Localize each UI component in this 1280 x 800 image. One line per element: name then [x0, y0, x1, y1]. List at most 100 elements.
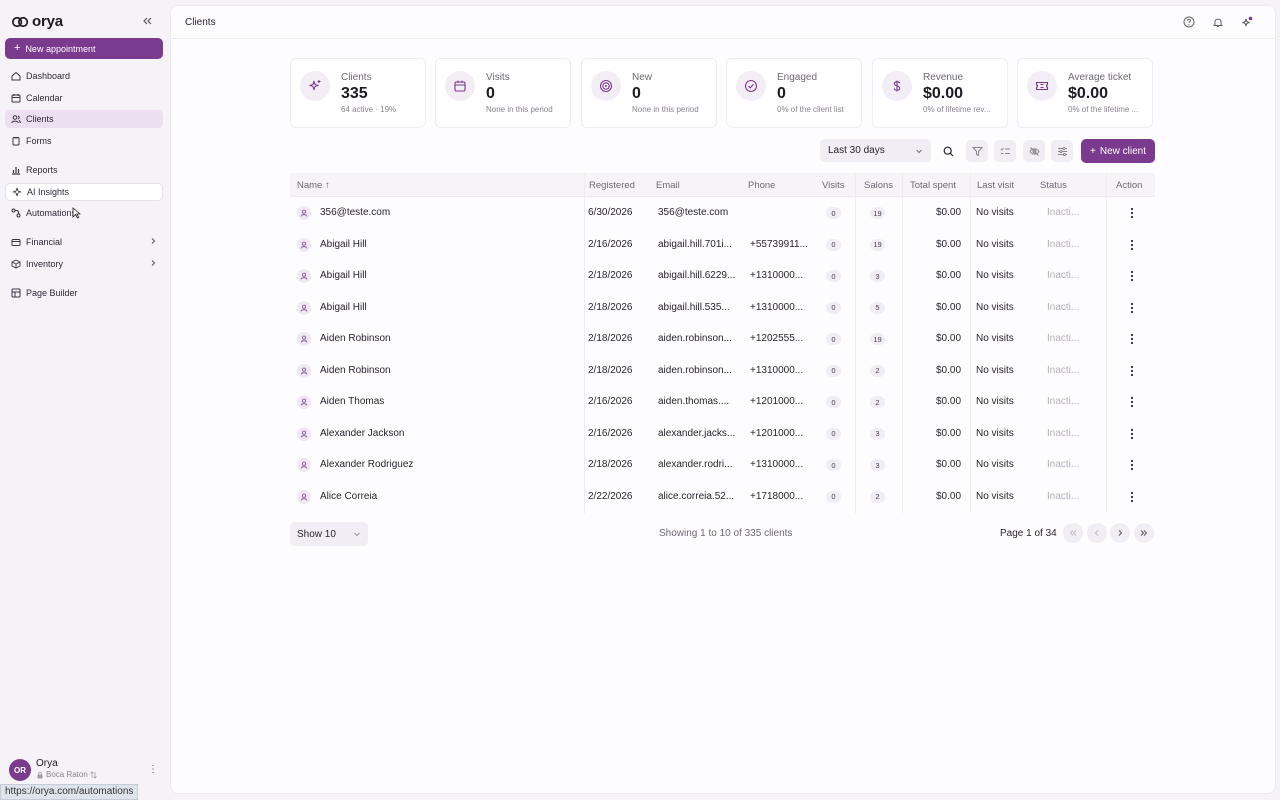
- sidebar-item-page-builder[interactable]: Page Builder: [5, 284, 163, 302]
- client-name[interactable]: Aiden Thomas: [320, 396, 384, 407]
- clients-table: Name ↑ Registered Email Phone Visits Sal…: [290, 173, 1155, 513]
- table-row[interactable]: Alice Correia 2/22/2026 alice.correia.52..…: [290, 481, 1155, 513]
- client-name[interactable]: Abigail Hill: [320, 239, 367, 250]
- more-vertical-icon[interactable]: [1129, 458, 1135, 472]
- user-icon: [297, 332, 311, 346]
- client-name[interactable]: Alexander Jackson: [320, 428, 405, 439]
- sidebar-item-clients[interactable]: Clients: [5, 110, 163, 128]
- sidebar-item-inventory[interactable]: Inventory: [5, 255, 163, 273]
- more-vertical-icon[interactable]: [1129, 238, 1135, 252]
- search-button[interactable]: [937, 140, 959, 162]
- ai-sparkle-icon[interactable]: [1241, 16, 1253, 28]
- column-header-email[interactable]: Email: [656, 180, 680, 191]
- sidebar-item-calendar[interactable]: Calendar: [5, 89, 163, 107]
- chevron-right-icon: [151, 238, 156, 244]
- user-location-text: Boca Raton: [46, 770, 88, 779]
- column-header-phone[interactable]: Phone: [748, 180, 775, 191]
- column-header-salons[interactable]: Salons: [864, 180, 893, 191]
- client-name[interactable]: Aiden Robinson: [320, 365, 391, 376]
- page-title: Clients: [185, 17, 216, 28]
- status-badge: Inacti...: [1047, 270, 1080, 281]
- more-vertical-icon[interactable]: [1129, 395, 1135, 409]
- client-name[interactable]: Abigail Hill: [320, 302, 367, 313]
- table-row[interactable]: Aiden Thomas 2/16/2026 aiden.thomas.... +12…: [290, 386, 1155, 418]
- sidebar-item-forms[interactable]: Forms: [5, 132, 163, 150]
- table-row[interactable]: Abigail Hill 2/16/2026 abigail.hill.701i..…: [290, 229, 1155, 261]
- more-vertical-icon[interactable]: [1129, 301, 1135, 315]
- settings-sliders-button[interactable]: [1051, 140, 1073, 162]
- user-icon: [297, 395, 311, 409]
- column-header-total-spent[interactable]: Total spent: [910, 180, 956, 191]
- last-page-button[interactable]: [1134, 523, 1154, 543]
- client-name[interactable]: 356@teste.com: [320, 207, 390, 218]
- client-name[interactable]: Aiden Robinson: [320, 333, 391, 344]
- client-name[interactable]: Alexander Rodriguez: [320, 459, 413, 470]
- next-page-button[interactable]: [1110, 523, 1130, 543]
- sidebar-item-dashboard[interactable]: Dashboard: [5, 67, 163, 85]
- status-badge: Inacti...: [1047, 301, 1080, 313]
- client-phone: +1201000...: [750, 396, 804, 407]
- status-url: https://orya.com/automations: [0, 784, 139, 800]
- more-vertical-icon[interactable]: [1129, 427, 1135, 441]
- sidebar-item-label: Dashboard: [26, 71, 71, 81]
- stat-card-engaged: Engaged 0 0% of the client list: [726, 58, 862, 128]
- column-header-name[interactable]: Name ↑: [297, 180, 330, 191]
- table-row[interactable]: Alexander Jackson 2/16/2026 alexander.jack…: [290, 418, 1155, 450]
- sidebar-item-label: Reports: [26, 165, 58, 175]
- sparkles-icon: [300, 71, 330, 101]
- salons-count: 3: [870, 459, 885, 471]
- table-row[interactable]: Aiden Robinson 2/18/2026 aiden.robinson...…: [290, 323, 1155, 355]
- more-vertical-icon[interactable]: [1129, 490, 1135, 504]
- hide-columns-button[interactable]: [1023, 140, 1045, 162]
- column-header-status[interactable]: Status: [1040, 180, 1067, 191]
- new-appointment-button[interactable]: + New appointment: [5, 38, 163, 59]
- table-row[interactable]: Abigail Hill 2/18/2026 abigail.hill.535...…: [290, 292, 1155, 324]
- column-divider: [970, 173, 971, 513]
- table-row[interactable]: Abigail Hill 2/18/2026 abigail.hill.6229..…: [290, 260, 1155, 292]
- more-vertical-icon[interactable]: ⋮: [148, 764, 158, 775]
- sidebar-item-label: Page Builder: [26, 288, 78, 298]
- sidebar-item-ai-insights[interactable]: AI Insights: [5, 183, 163, 201]
- client-email: alice.correia.52...: [658, 490, 735, 502]
- bulk-select-button[interactable]: [994, 140, 1016, 162]
- layout-icon: [11, 288, 21, 298]
- more-vertical-icon[interactable]: [1129, 332, 1135, 346]
- column-header-last-visit[interactable]: Last visit: [977, 180, 1014, 191]
- help-icon[interactable]: [1183, 16, 1195, 28]
- sidebar-item-financial[interactable]: Financial: [5, 233, 163, 251]
- user-profile[interactable]: OR Orya Boca Raton ⋮: [9, 757, 159, 781]
- table-row[interactable]: Alexander Rodriguez 2/18/2026 alexander.ro…: [290, 449, 1155, 481]
- more-vertical-icon[interactable]: [1129, 364, 1135, 378]
- sidebar-item-reports[interactable]: Reports: [5, 161, 163, 179]
- eye-off-icon: [1028, 146, 1040, 156]
- first-page-button[interactable]: [1063, 523, 1083, 543]
- page-size-select[interactable]: Show 10: [290, 522, 368, 546]
- table-row[interactable]: 356@teste.com 6/30/2026 356@teste.com 0 19 $0…: [290, 197, 1155, 229]
- total-spent: $0.00: [936, 270, 962, 281]
- column-header-registered[interactable]: Registered: [589, 180, 635, 191]
- new-client-button[interactable]: + New client: [1081, 139, 1155, 163]
- client-name[interactable]: Abigail Hill: [320, 270, 367, 281]
- last-visit: No visits: [976, 364, 1014, 376]
- more-vertical-icon[interactable]: [1129, 206, 1135, 220]
- bell-icon[interactable]: [1212, 16, 1224, 28]
- sidebar-item-automations[interactable]: Automations: [5, 204, 163, 222]
- visits-count: 0: [826, 459, 841, 471]
- visits-count: 0: [826, 490, 841, 503]
- table-row[interactable]: Aiden Robinson 2/18/2026 aiden.robinson...…: [290, 355, 1155, 387]
- client-phone: +1310000...: [750, 459, 804, 470]
- status-badge: Inacti...: [1047, 490, 1080, 502]
- stat-label: Clients: [341, 72, 372, 83]
- collapse-sidebar-icon[interactable]: [141, 15, 153, 27]
- more-vertical-icon[interactable]: [1129, 269, 1135, 283]
- brand-logo[interactable]: orya: [12, 13, 63, 30]
- client-name[interactable]: Alice Correia: [320, 491, 377, 502]
- filter-button[interactable]: [966, 140, 988, 162]
- stat-label: Engaged: [777, 72, 818, 83]
- column-header-visits[interactable]: Visits: [822, 180, 845, 191]
- chevrons-left-icon: [1069, 530, 1077, 536]
- client-email: abigail.hill.535...: [658, 301, 730, 313]
- prev-page-button[interactable]: [1087, 523, 1107, 543]
- date-range-select[interactable]: Last 30 days: [820, 139, 931, 162]
- salons-count: 19: [870, 207, 885, 219]
